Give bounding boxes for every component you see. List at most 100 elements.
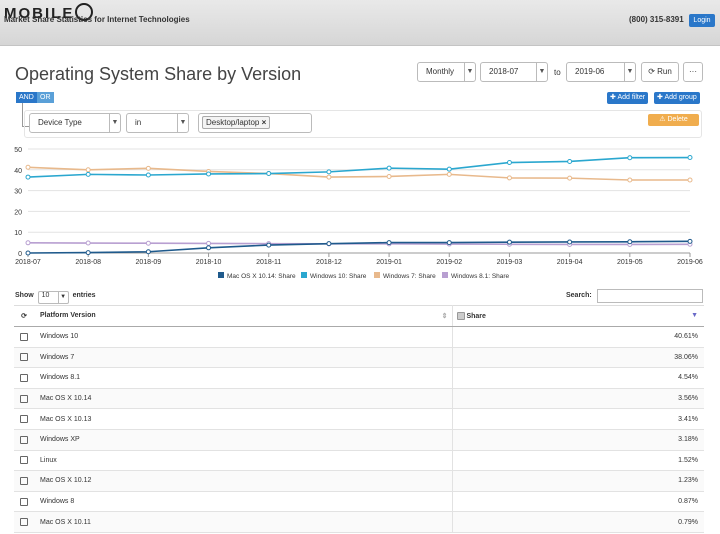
y-tick-label: 10 [14, 230, 22, 237]
x-tick-label: 2018-10 [196, 259, 222, 266]
platform-version-cell: Windows XP [34, 429, 453, 451]
sort-desc-icon: ▼ [691, 312, 698, 319]
table-row[interactable]: Mac OS X 10.14 3.56% [14, 388, 704, 410]
row-checkbox[interactable] [20, 415, 28, 424]
row-checkbox-cell[interactable] [14, 429, 34, 451]
data-point [446, 171, 452, 177]
and-toggle[interactable]: AND [16, 92, 37, 103]
data-point [326, 169, 332, 175]
data-point [446, 240, 452, 246]
filter-value-input[interactable]: Desktop/laptop × [198, 113, 312, 133]
refresh-table-icon[interactable]: ⟳ [14, 305, 34, 327]
data-point [85, 240, 91, 246]
refresh-icon: ⟳ [648, 67, 655, 76]
search-input[interactable] [597, 289, 703, 303]
page-size-select[interactable]: 10 ▼ [37, 291, 69, 304]
data-point [687, 177, 693, 183]
chevron-down-icon: ▼ [57, 292, 68, 303]
delete-filter-button[interactable]: ⚠ Delete [648, 114, 699, 126]
legend-swatch [374, 272, 380, 278]
table-row[interactable]: Windows XP 3.18% [14, 429, 704, 451]
share-cell: 3.56% [452, 388, 704, 410]
tag-remove-icon[interactable]: × [262, 118, 267, 127]
data-point [687, 238, 693, 244]
row-checkbox[interactable] [20, 456, 28, 465]
row-checkbox[interactable] [20, 332, 28, 341]
row-checkbox[interactable] [20, 373, 28, 382]
column-header-share[interactable]: Share ▼ [452, 305, 704, 327]
data-point [687, 155, 693, 161]
table-row[interactable]: Windows 10 40.61% [14, 326, 704, 348]
page-title: Operating System Share by Version [15, 64, 302, 84]
x-tick-label: 2018-12 [316, 259, 342, 266]
granularity-select[interactable]: Monthly ▼ [417, 62, 476, 82]
data-point [567, 175, 573, 181]
row-checkbox-cell[interactable] [14, 388, 34, 410]
row-checkbox-cell[interactable] [14, 511, 34, 533]
platform-version-cell: Mac OS X 10.14 [34, 388, 453, 410]
data-point [506, 239, 512, 245]
row-checkbox-cell[interactable] [14, 491, 34, 513]
data-point [627, 177, 633, 183]
data-point [506, 175, 512, 181]
data-point [326, 174, 332, 180]
row-checkbox-cell[interactable] [14, 326, 34, 348]
run-button[interactable]: ⟳ Run [641, 62, 679, 82]
table-row[interactable]: Mac OS X 10.12 1.23% [14, 470, 704, 492]
share-cell: 1.23% [452, 470, 704, 492]
row-checkbox-cell[interactable] [14, 367, 34, 389]
row-checkbox-cell[interactable] [14, 408, 34, 430]
filter-field-select[interactable]: Device Type ▼ [29, 113, 121, 133]
data-point [326, 241, 332, 247]
row-checkbox[interactable] [20, 353, 28, 362]
table-row[interactable]: Windows 7 38.06% [14, 347, 704, 369]
legend-label: Mac OS X 10.14: Share [227, 273, 296, 280]
x-tick-label: 2019-03 [497, 259, 523, 266]
x-tick-label: 2019-06 [677, 259, 703, 266]
date-from-select[interactable]: 2018-07 ▼ [480, 62, 548, 82]
select-all-checkbox[interactable] [456, 312, 465, 320]
y-tick-label: 50 [14, 147, 22, 154]
y-tick-label: 30 [14, 189, 22, 196]
data-point [206, 240, 212, 246]
row-checkbox-cell[interactable] [14, 347, 34, 369]
platform-version-cell: Windows 8 [34, 491, 453, 513]
legend-label: Windows 10: Share [310, 273, 367, 280]
platform-version-cell: Mac OS X 10.13 [34, 408, 453, 430]
row-checkbox[interactable] [20, 394, 28, 403]
data-point [85, 167, 91, 173]
platform-version-cell: Mac OS X 10.12 [34, 470, 453, 492]
login-button[interactable]: Login [689, 14, 715, 27]
series-line [27, 156, 691, 178]
more-options-button[interactable]: ··· [683, 62, 703, 82]
data-point [206, 171, 212, 177]
phone-number: (800) 315-8391 [629, 15, 684, 24]
table-row[interactable]: Linux 1.52% [14, 450, 704, 472]
column-header-version[interactable]: Platform Version ⇕ [34, 305, 453, 327]
share-cell: 3.18% [452, 429, 704, 451]
row-checkbox[interactable] [20, 497, 28, 506]
date-to-select[interactable]: 2019-06 ▼ [566, 62, 636, 82]
row-checkbox[interactable] [20, 476, 28, 485]
data-point [145, 172, 151, 178]
chevron-down-icon: ▼ [536, 63, 547, 81]
row-checkbox-cell[interactable] [14, 470, 34, 492]
data-point [446, 166, 452, 172]
filter-operator-select[interactable]: in ▼ [126, 113, 189, 133]
row-checkbox-cell[interactable] [14, 450, 34, 472]
site-header: MOBILE Market Share Statistics for Inter… [0, 0, 720, 46]
x-tick-label: 2018-11 [256, 259, 281, 266]
add-filter-button[interactable]: ✚ Add filter [607, 92, 649, 104]
table-row[interactable]: Windows 8 0.87% [14, 491, 704, 513]
row-checkbox[interactable] [20, 435, 28, 444]
table-row[interactable]: Mac OS X 10.13 3.41% [14, 408, 704, 430]
row-checkbox[interactable] [20, 518, 28, 527]
chevron-down-icon: ▼ [109, 114, 120, 132]
data-point [567, 158, 573, 164]
table-row[interactable]: Windows 8.1 4.54% [14, 367, 704, 389]
or-toggle[interactable]: OR [37, 92, 54, 103]
warning-icon: ⚠ [659, 116, 666, 123]
add-group-button[interactable]: ✚ Add group [654, 92, 700, 104]
table-row[interactable]: Mac OS X 10.11 0.79% [14, 511, 704, 533]
chevron-down-icon: ▼ [624, 63, 635, 81]
